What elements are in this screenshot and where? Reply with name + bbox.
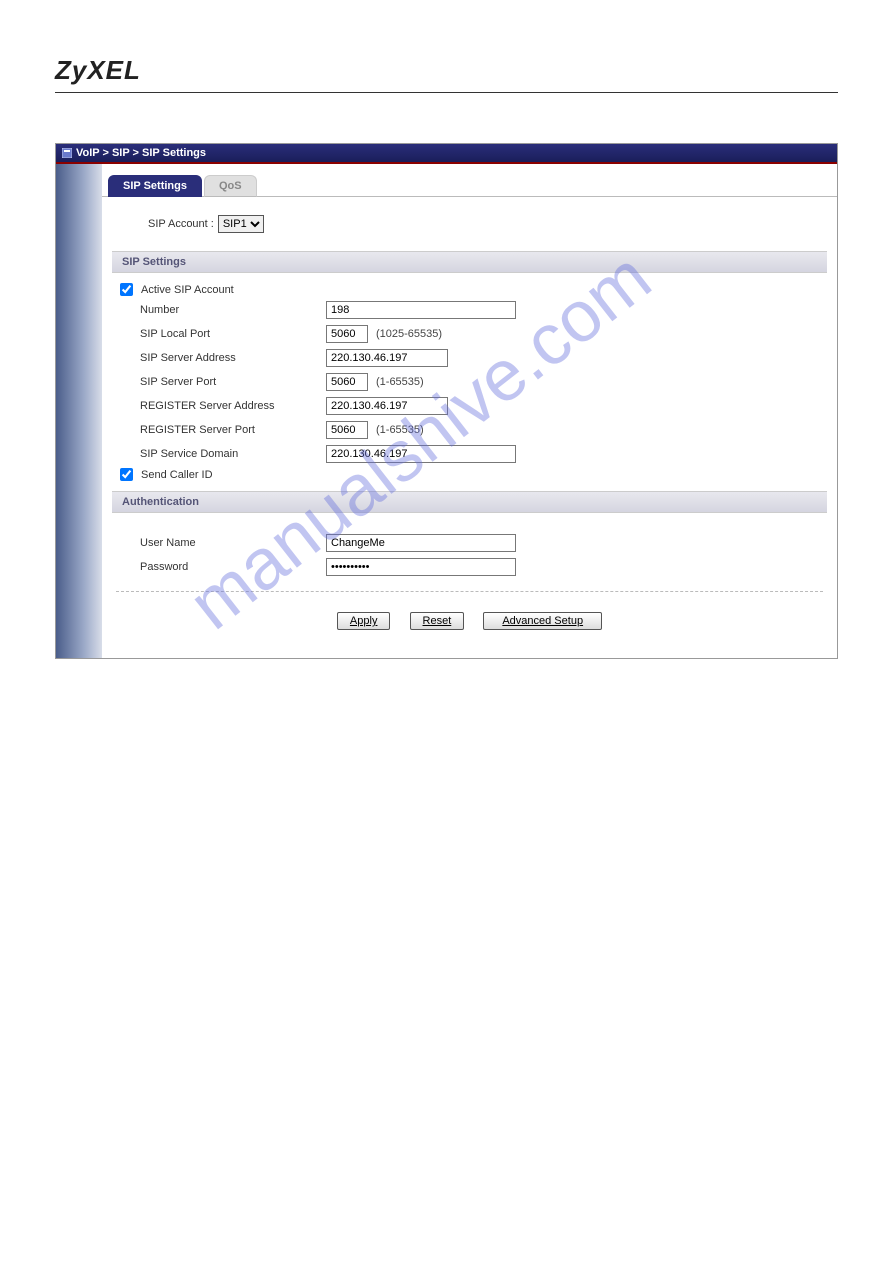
caller-id-checkbox[interactable] xyxy=(120,468,133,481)
tab-bar: SIP Settings QoS xyxy=(102,174,837,197)
local-port-hint: (1025-65535) xyxy=(376,328,442,340)
server-addr-label: SIP Server Address xyxy=(116,352,326,364)
server-port-hint: (1-65535) xyxy=(376,376,424,388)
tab-sip-settings[interactable]: SIP Settings xyxy=(108,175,202,197)
reg-port-hint: (1-65535) xyxy=(376,424,424,436)
sip-account-select[interactable]: SIP1 xyxy=(218,215,264,233)
server-port-input[interactable] xyxy=(326,373,368,391)
username-input[interactable] xyxy=(326,534,516,552)
advanced-setup-button[interactable]: Advanced Setup xyxy=(483,612,602,630)
reset-button[interactable]: Reset xyxy=(410,612,465,630)
username-label: User Name xyxy=(116,537,326,549)
local-port-input[interactable] xyxy=(326,325,368,343)
reg-addr-input[interactable] xyxy=(326,397,448,415)
number-label: Number xyxy=(116,304,326,316)
sip-account-label: SIP Account : xyxy=(148,218,214,230)
app-window: VoIP > SIP > SIP Settings SIP Settings Q… xyxy=(55,143,838,659)
server-addr-input[interactable] xyxy=(326,349,448,367)
reg-port-label: REGISTER Server Port xyxy=(116,424,326,436)
window-icon xyxy=(62,148,72,158)
password-input[interactable] xyxy=(326,558,516,576)
section-authentication: Authentication xyxy=(112,491,827,513)
domain-input[interactable] xyxy=(326,445,516,463)
domain-label: SIP Service Domain xyxy=(116,448,326,460)
brand-logo: ZyXEL xyxy=(55,55,838,93)
active-sip-label: Active SIP Account xyxy=(141,284,234,296)
reg-port-input[interactable] xyxy=(326,421,368,439)
active-sip-checkbox[interactable] xyxy=(120,283,133,296)
caller-id-label: Send Caller ID xyxy=(141,469,213,481)
section-sip-settings: SIP Settings xyxy=(112,251,827,273)
reg-addr-label: REGISTER Server Address xyxy=(116,400,326,412)
tab-qos[interactable]: QoS xyxy=(204,175,257,197)
local-port-label: SIP Local Port xyxy=(116,328,326,340)
number-input[interactable] xyxy=(326,301,516,319)
breadcrumb: VoIP > SIP > SIP Settings xyxy=(76,147,206,159)
server-port-label: SIP Server Port xyxy=(116,376,326,388)
sidebar-gradient xyxy=(56,164,102,658)
password-label: Password xyxy=(116,561,326,573)
breadcrumb-bar: VoIP > SIP > SIP Settings xyxy=(56,144,837,164)
apply-button[interactable]: Apply xyxy=(337,612,391,630)
